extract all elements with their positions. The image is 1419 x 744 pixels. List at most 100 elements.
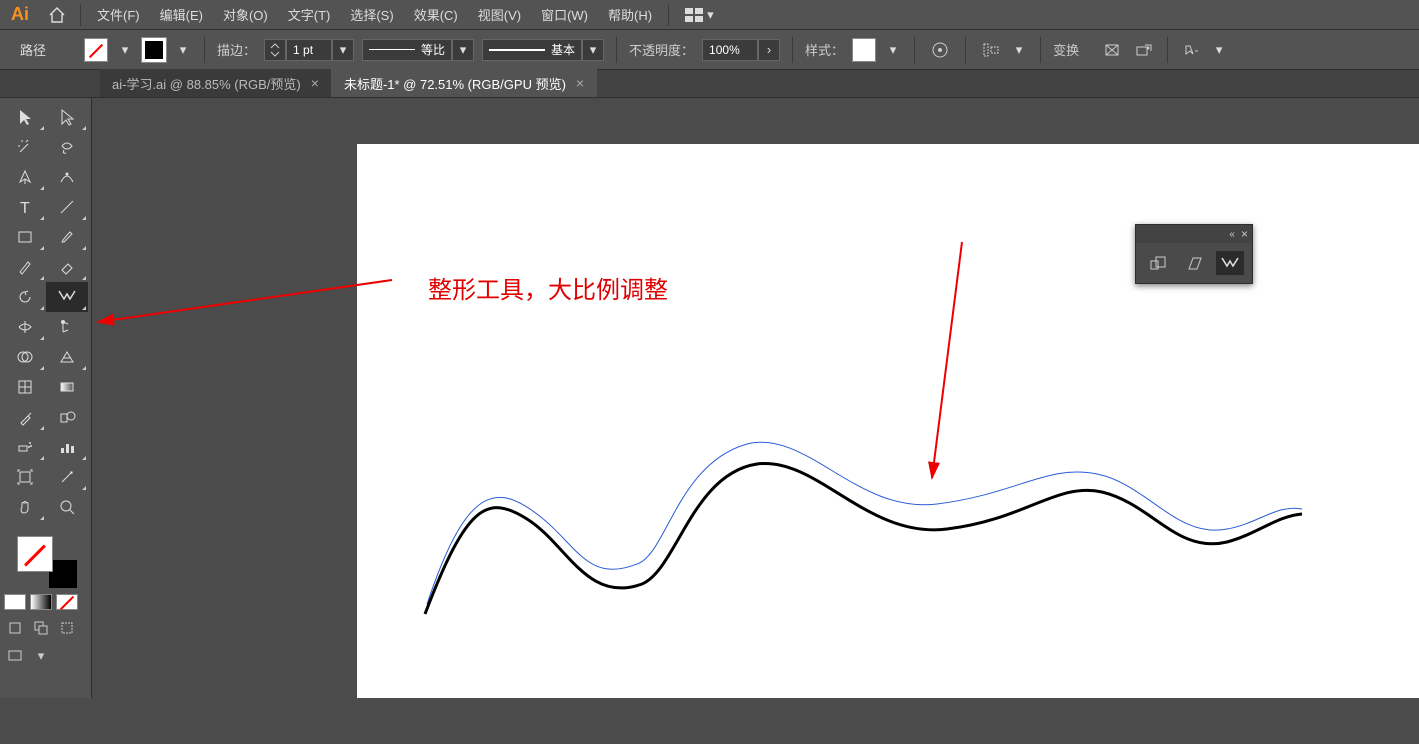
menu-select[interactable]: 选择(S) [340,0,403,30]
color-controls [0,532,91,590]
selection-tool[interactable] [4,102,46,132]
transform-label: 变换 [1053,40,1079,59]
draw-normal[interactable] [4,618,26,638]
stroke-weight-dropdown[interactable]: ▾ [332,39,354,61]
mesh-tool[interactable] [4,372,46,402]
divider [914,37,915,63]
options-bar: 路径 ▾ ▾ 描边： 1 pt ▾ 等比 ▾ 基本 ▾ 不透明度： 100% ›… [0,30,1419,70]
document-tab[interactable]: 未标题-1* @ 72.51% (RGB/GPU 预览) × [332,69,597,97]
menu-bar: Ai 文件(F) 编辑(E) 对象(O) 文字(T) 选择(S) 效果(C) 视… [0,0,1419,30]
brush-definition[interactable]: 基本 [482,39,582,61]
home-icon[interactable] [40,7,74,23]
menu-separator [668,4,669,26]
stroke-dropdown[interactable]: ▾ [174,38,192,62]
graphic-style-dropdown[interactable]: ▾ [884,38,902,62]
lasso-tool[interactable] [46,132,88,162]
menu-edit[interactable]: 编辑(E) [150,0,213,30]
align-dropdown[interactable]: ▾ [1010,38,1028,62]
opacity-field[interactable]: 100% [702,39,758,61]
screen-mode-row: ▾ [0,642,91,670]
color-mode-row [0,590,91,614]
perspective-grid-tool[interactable] [46,342,88,372]
color-mode-gradient[interactable] [30,594,52,610]
slice-tool[interactable] [46,462,88,492]
fill-swatch[interactable] [84,38,108,62]
isolate-button[interactable] [1099,37,1125,63]
brush-dropdown[interactable]: ▾ [582,39,604,61]
menu-effect[interactable]: 效果(C) [404,0,468,30]
draw-inside[interactable] [56,618,78,638]
zoom-tool[interactable] [46,492,88,522]
fill-stroke-indicator[interactable] [17,536,75,586]
menu-file[interactable]: 文件(F) [87,0,150,30]
magic-wand-tool[interactable] [4,132,46,162]
canvas-content [357,144,1417,744]
width-tool[interactable] [4,312,46,342]
menu-object[interactable]: 对象(O) [213,0,278,30]
annotation-text: 整形工具，大比例调整 [428,270,668,305]
variable-width-profile[interactable]: 等比 [362,39,452,61]
blend-tool[interactable] [46,402,88,432]
pencil-tool[interactable] [4,252,46,282]
recolor-artwork-button[interactable] [927,37,953,63]
color-mode-none[interactable] [56,594,78,610]
shape-builder-tool[interactable] [4,342,46,372]
divider [965,37,966,63]
style-label: 样式： [805,40,844,59]
line-tool[interactable] [46,192,88,222]
rotate-tool[interactable] [4,282,46,312]
select-similar-dropdown[interactable]: ▾ [1210,38,1228,62]
hand-tool[interactable] [4,492,46,522]
curvature-tool[interactable] [46,162,88,192]
color-mode-solid[interactable] [4,594,26,610]
close-icon[interactable]: × [311,75,319,91]
arrange-documents-button[interactable]: ▾ [685,7,714,23]
eyedropper-tool[interactable] [4,402,46,432]
gradient-tool[interactable] [46,372,88,402]
panel-titlebar[interactable]: « × [1136,225,1252,243]
screen-mode-dropdown[interactable]: ▾ [30,646,52,666]
fill-dropdown[interactable]: ▾ [116,38,134,62]
artwork-path[interactable] [425,463,1302,614]
floating-tool-panel[interactable]: « × [1135,224,1253,284]
rectangle-tool[interactable] [4,222,46,252]
artboard-tool[interactable] [4,462,46,492]
eraser-tool[interactable] [46,252,88,282]
direct-selection-tool[interactable] [46,102,88,132]
type-tool[interactable]: T [4,192,46,222]
symbol-sprayer-tool[interactable] [4,432,46,462]
stroke-weight-stepper[interactable] [264,39,286,61]
stroke-label: 描边： [217,40,256,59]
graphic-style-swatch[interactable] [852,38,876,62]
divider [616,37,617,63]
select-similar-button[interactable] [1178,37,1204,63]
menu-type[interactable]: 文字(T) [278,0,341,30]
shear-tool-icon[interactable] [1180,251,1208,275]
menu-help[interactable]: 帮助(H) [598,0,662,30]
puppet-warp-tool[interactable] [46,312,88,342]
align-button[interactable] [978,37,1004,63]
close-icon[interactable]: × [1241,227,1248,241]
close-icon[interactable]: × [576,75,584,91]
reshape-tool-icon[interactable] [1216,251,1244,275]
edit-clip-button[interactable] [1131,37,1157,63]
scale-tool-icon[interactable] [1144,251,1172,275]
column-graph-tool[interactable] [46,432,88,462]
menu-window[interactable]: 窗口(W) [531,0,598,30]
stroke-swatch[interactable] [142,38,166,62]
collapse-icon[interactable]: « [1229,229,1235,240]
draw-behind[interactable] [30,618,52,638]
screen-mode-button[interactable] [4,646,26,666]
reshape-tool[interactable] [46,282,88,312]
menu-view[interactable]: 视图(V) [468,0,531,30]
selection-type-label: 路径 [20,40,46,59]
stroke-weight-field[interactable]: 1 pt [286,39,332,61]
fill-color[interactable] [17,536,53,572]
paintbrush-tool[interactable] [46,222,88,252]
artboard[interactable]: « × [357,144,1419,698]
document-tab[interactable]: ai-学习.ai @ 88.85% (RGB/预览) × [100,69,332,97]
pen-tool[interactable] [4,162,46,192]
workspace: « × 整形工具，大比例调整 [92,98,1419,698]
variable-width-dropdown[interactable]: ▾ [452,39,474,61]
opacity-expand[interactable]: › [758,39,780,61]
